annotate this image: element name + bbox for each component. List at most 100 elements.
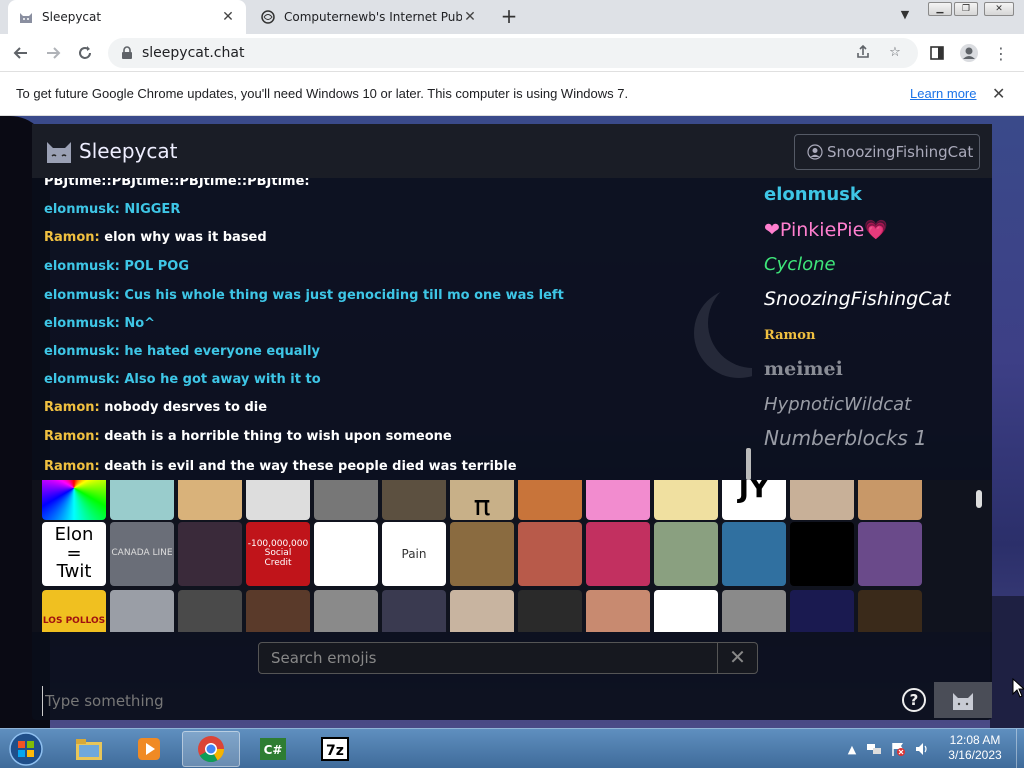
learn-more-link[interactable]: Learn more [910,86,976,101]
chat-messages[interactable]: PBJtime::PBJtime::PBJtime::PBJtime: elonm… [32,178,752,480]
emoji-tile[interactable] [858,522,922,586]
message-author[interactable]: Ramon: [44,230,100,245]
infobar-close-icon[interactable]: ✕ [992,84,1005,103]
close-window-button[interactable]: ✕ [984,2,1014,16]
reload-icon[interactable] [74,42,96,64]
message-author[interactable]: elonmusk: [44,259,120,274]
emoji-scrollbar[interactable] [976,490,982,508]
media-player-taskbar-button[interactable] [120,731,178,767]
new-tab-button[interactable]: + [498,6,520,28]
message-author[interactable]: Ramon: [44,459,100,474]
user-list-item[interactable]: Ramon [764,328,815,343]
tab-search-chevron-icon[interactable]: ▼ [896,8,914,26]
emoji-tile[interactable] [518,590,582,632]
user-list-item[interactable]: elonmusk [764,184,862,205]
emoji-tile[interactable] [518,522,582,586]
csharp-taskbar-button[interactable]: C# [244,731,302,767]
emoji-tile[interactable] [654,480,718,520]
emoji-search-input[interactable] [259,643,717,673]
emoji-tile[interactable] [314,590,378,632]
emoji-tile[interactable] [178,480,242,520]
message-author[interactable]: elonmusk: [44,372,120,387]
emoji-tile[interactable] [314,480,378,520]
emoji-tile[interactable] [450,590,514,632]
emoji-tile[interactable] [42,480,106,520]
lock-icon[interactable] [120,46,134,60]
7zip-taskbar-button[interactable]: 7z [306,731,364,767]
side-panel-icon[interactable] [926,42,948,64]
forward-arrow-icon[interactable] [42,42,64,64]
emoji-tile[interactable] [178,590,242,632]
chrome-taskbar-button[interactable] [182,731,240,767]
emoji-tile[interactable]: Pain [382,522,446,586]
emoji-tile[interactable]: π [450,480,514,520]
emoji-tile[interactable] [246,590,310,632]
emoji-tile[interactable] [654,590,718,632]
tab-close-icon[interactable]: ✕ [462,9,478,25]
message-author[interactable]: elonmusk: [44,288,120,303]
user-list-item[interactable]: ❤PinkiePie💗 [764,218,888,241]
emoji-tile[interactable]: JY [722,480,786,520]
emoji-tile[interactable]: Elon = Twit [42,522,106,586]
profile-avatar-icon[interactable] [958,42,980,64]
clear-search-icon[interactable]: ✕ [717,643,757,673]
bookmark-star-icon[interactable]: ☆ [884,41,906,63]
taskbar-clock[interactable]: 12:08 AM 3/16/2023 [946,733,1004,763]
message-input[interactable] [42,686,882,716]
minimize-button[interactable]: ▁ [928,2,952,16]
emoji-tile[interactable] [586,590,650,632]
emoji-tile[interactable] [110,590,174,632]
tab-computernewb[interactable]: Computernewb's Internet Pub Hu ✕ [250,0,488,34]
emoji-tile[interactable] [450,522,514,586]
emoji-tile[interactable] [178,522,242,586]
emoji-tile[interactable] [382,480,446,520]
emoji-tile[interactable] [246,480,310,520]
emoji-tile[interactable] [858,590,922,632]
emoji-tile[interactable] [790,480,854,520]
message-author[interactable]: Ramon: [44,429,100,444]
explorer-taskbar-button[interactable] [60,731,118,767]
menu-kebab-icon[interactable]: ⋮ [990,42,1012,64]
emoji-tile[interactable]: LOS POLLOS [42,590,106,632]
emoji-tile[interactable]: -100,000,000 Social Credit [246,522,310,586]
emoji-tile[interactable] [382,590,446,632]
emoji-tile[interactable] [586,522,650,586]
emoji-tile[interactable] [858,480,922,520]
chat-scrollbar[interactable] [746,448,751,480]
send-cat-button[interactable] [934,682,992,718]
user-list-item[interactable]: HypnoticWildcat [764,394,911,415]
volume-icon[interactable] [914,741,930,757]
emoji-tile[interactable] [790,590,854,632]
address-bar[interactable]: sleepycat.chat ☆ [108,38,918,68]
message-author[interactable]: elonmusk: [44,316,120,331]
emoji-tile[interactable] [586,480,650,520]
restore-button[interactable]: ❐ [954,2,978,16]
back-arrow-icon[interactable] [10,42,32,64]
share-icon[interactable] [852,41,874,63]
emoji-tile[interactable] [722,522,786,586]
tab-sleepycat[interactable]: Sleepycat ✕ [8,0,246,34]
show-desktop-button[interactable] [1016,729,1024,768]
user-list-item[interactable]: SnoozingFishingCat [764,288,951,310]
help-button[interactable]: ? [902,688,926,712]
emoji-tile[interactable] [314,522,378,586]
user-account-button[interactable]: SnoozingFishingCat [794,134,980,170]
emoji-tile[interactable] [518,480,582,520]
tab-strip: Sleepycat ✕ Computernewb's Internet Pub … [0,0,1024,34]
tab-close-icon[interactable]: ✕ [220,9,236,25]
emoji-tile[interactable]: CANADA LINE [110,522,174,586]
user-list-item[interactable]: Cyclone [764,254,836,275]
message-author[interactable]: elonmusk: [44,344,120,359]
message-author[interactable]: elonmusk: [44,202,120,217]
start-button[interactable] [4,731,48,767]
emoji-tile[interactable] [110,480,174,520]
emoji-tile[interactable] [654,522,718,586]
user-list-item[interactable]: meimei [764,358,843,380]
action-center-flag-icon[interactable] [890,741,906,757]
show-hidden-icons-icon[interactable]: ▲ [844,741,860,757]
emoji-tile[interactable] [790,522,854,586]
user-list-item[interactable]: Numberblocks 1 [764,426,927,450]
message-author[interactable]: Ramon: [44,400,100,415]
network-icon[interactable] [866,741,882,757]
emoji-tile[interactable] [722,590,786,632]
